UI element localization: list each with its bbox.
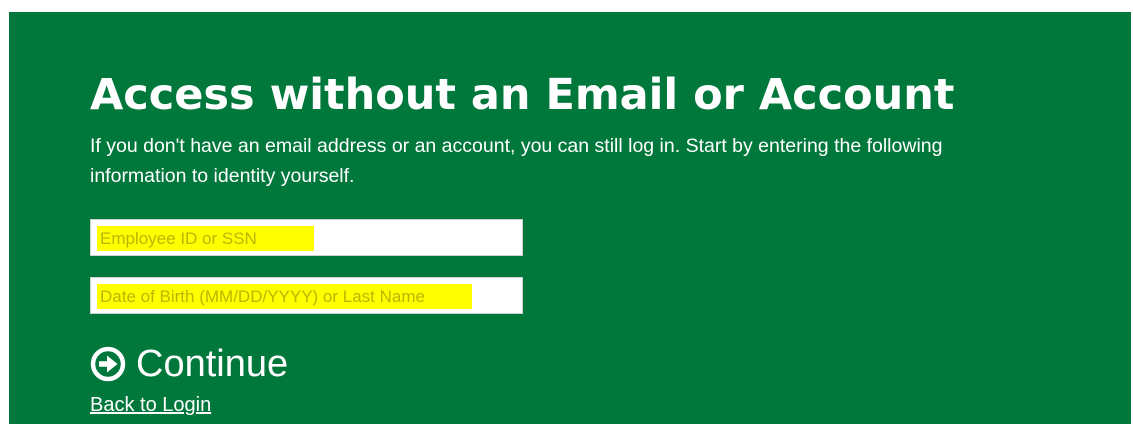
back-to-login-link[interactable]: Back to Login [90,392,211,418]
continue-label: Continue [136,343,289,385]
employee-id-field [90,219,523,256]
page-title: Access without an Email or Account [90,70,955,120]
access-panel: Access without an Email or Account If yo… [9,12,1131,424]
access-form-content: Access without an Email or Account If yo… [90,70,990,416]
dob-lastname-input[interactable] [97,284,472,309]
dob-lastname-field [90,277,523,314]
intro-text: If you don't have an email address or an… [90,135,943,187]
arrow-right-circle-icon [90,346,126,382]
employee-id-input[interactable] [97,226,314,251]
continue-button[interactable]: Continue [90,342,288,386]
